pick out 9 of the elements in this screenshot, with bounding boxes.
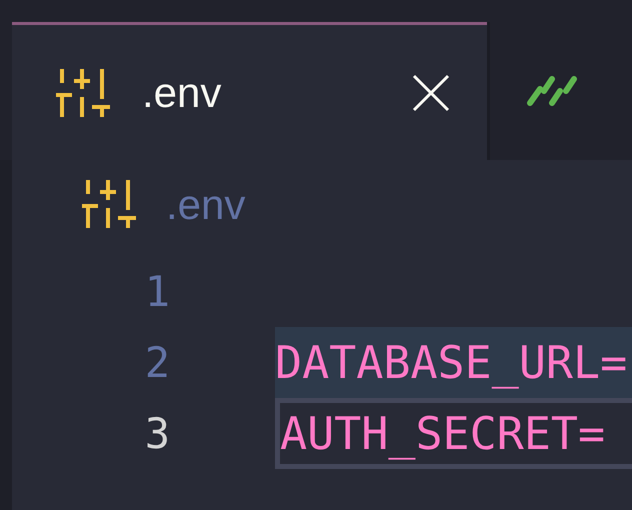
sliders-icon	[54, 68, 110, 116]
line-number: 2	[144, 337, 171, 389]
line-number: 3	[144, 408, 171, 460]
code-token: DATABASE_URL=	[275, 334, 628, 391]
close-icon[interactable]	[411, 72, 451, 112]
sliders-icon	[80, 180, 136, 228]
code-token: AUTH_SECRET=	[280, 406, 606, 462]
line-number: 1	[144, 266, 171, 318]
editor-tab[interactable]: .env	[12, 22, 487, 160]
